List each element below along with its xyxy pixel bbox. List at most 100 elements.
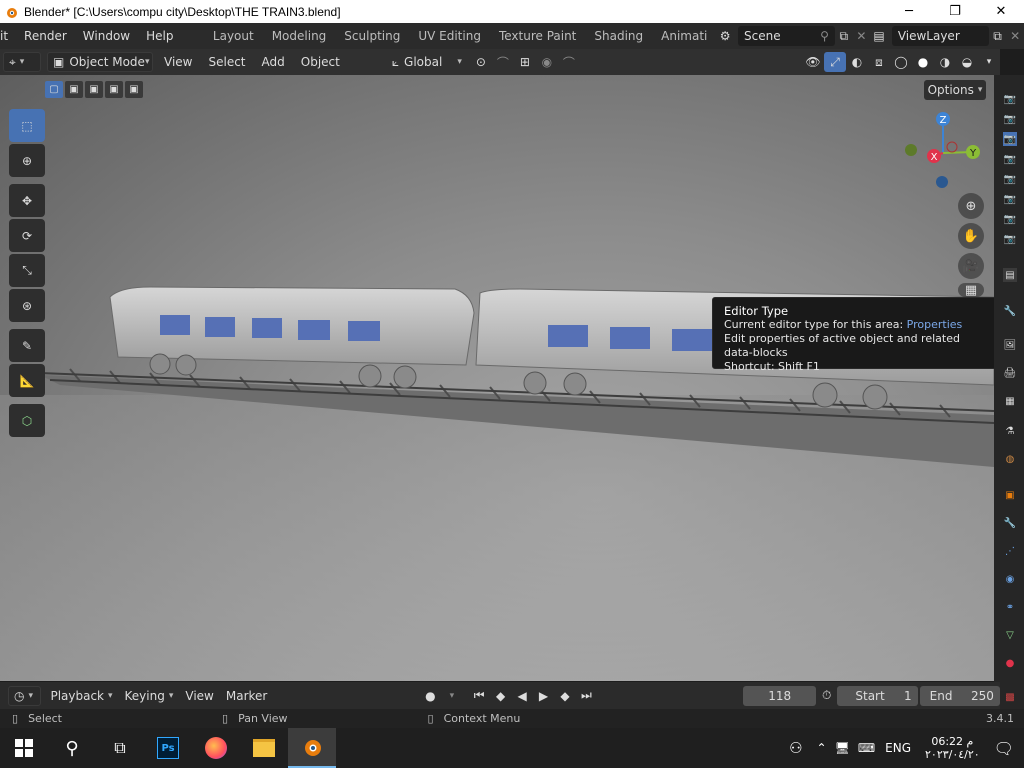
gizmo-neg-y[interactable] (905, 144, 917, 156)
data-props-icon[interactable]: ▽ (1003, 628, 1017, 642)
start-button[interactable] (0, 728, 48, 768)
render-camera-icon-4[interactable]: 📷 (1003, 152, 1017, 166)
editor-type-properties-icon[interactable]: ▤ (1003, 268, 1017, 282)
select-intersect-icon[interactable]: ▣ (125, 81, 143, 98)
zoom-icon[interactable]: ⊕ (958, 193, 984, 219)
menu-select[interactable]: Select (200, 55, 253, 69)
menu-window[interactable]: Window (75, 29, 138, 43)
move-tool[interactable]: ✥ (9, 184, 45, 217)
network-icon[interactable]: 🖥 (835, 741, 850, 755)
measure-tool[interactable]: 📐 (9, 364, 45, 397)
visibility-icon[interactable]: 👁 (802, 52, 824, 72)
end-frame-field[interactable]: End 250 (919, 685, 1000, 706)
notifications-icon[interactable]: 🗨 (994, 739, 1014, 758)
jump-keyframe-back-icon[interactable]: ◆ (490, 686, 511, 706)
tab-modeling[interactable]: Modeling (263, 29, 336, 43)
view-layer-props-icon[interactable]: ▦ (1003, 394, 1017, 408)
new-scene-icon[interactable]: ⧉ (835, 26, 853, 46)
task-view-button[interactable]: ⧉ (96, 728, 144, 768)
render-camera-icon-2[interactable]: 📷 (1003, 112, 1017, 126)
cursor-tool[interactable]: ⊕ (9, 144, 45, 177)
render-camera-icon-3[interactable]: 📷 (1003, 132, 1017, 146)
ortho-toggle-icon[interactable]: ▦ (958, 283, 984, 298)
jump-end-icon[interactable]: ⏭ (576, 686, 597, 706)
firefox-app[interactable] (192, 728, 240, 768)
select-invert-icon[interactable]: ▣ (105, 81, 123, 98)
pivot-icon[interactable]: ⊙ (470, 52, 492, 72)
tab-texture-paint[interactable]: Texture Paint (490, 29, 585, 43)
delete-scene-icon[interactable]: ✕ (853, 26, 871, 46)
material-props-icon[interactable]: ● (1003, 656, 1017, 670)
world-props-icon[interactable]: ◍ (1003, 452, 1017, 466)
gizmo-neg-x[interactable] (946, 141, 958, 153)
annotate-tool[interactable]: ✎ (9, 329, 45, 362)
pan-hand-icon[interactable]: ✋ (958, 223, 984, 249)
language-indicator[interactable]: ENG (885, 741, 911, 755)
3d-viewport[interactable]: ▢ ▣ ▣ ▣ ▣ Z Y X ⊕ ✋ 🎥 ▦ (0, 75, 994, 681)
clock[interactable]: 06:22 م ٢٠٢٣/٠٤/٢٠ (925, 735, 980, 761)
texture-props-icon[interactable]: ▩ (1003, 690, 1017, 704)
jump-keyframe-forward-icon[interactable]: ◆ (554, 686, 575, 706)
start-frame-field[interactable]: Start 1 (837, 685, 918, 706)
tab-animation[interactable]: Animati (652, 29, 716, 43)
render-camera-icon-6[interactable]: 📷 (1003, 192, 1017, 206)
render-camera-icon-7[interactable]: 📷 (1003, 212, 1017, 226)
shading-options-icon[interactable]: ▾ (978, 52, 1000, 72)
delete-viewlayer-icon[interactable]: ✕ (1006, 26, 1024, 46)
marker-menu[interactable]: Marker (220, 689, 273, 703)
render-props-icon[interactable]: 🖼 (1003, 338, 1017, 352)
keyboard-icon[interactable]: ⌨ (858, 741, 875, 755)
keying-menu[interactable]: Keying ▾ (119, 689, 180, 703)
file-explorer-app[interactable] (240, 728, 288, 768)
proportional-edit-icon[interactable]: ◉ (536, 52, 558, 72)
camera-view-icon[interactable]: 🎥 (958, 253, 984, 279)
jump-start-icon[interactable]: ⏮ (468, 686, 489, 706)
maximize-button[interactable]: ❐ (932, 0, 978, 23)
rotate-tool[interactable]: ⟳ (9, 219, 45, 252)
menu-help[interactable]: Help (138, 29, 181, 43)
modifier-props-icon[interactable]: 🔧 (1003, 516, 1017, 530)
scale-tool[interactable]: ⤡ (9, 254, 45, 287)
snap-target-icon[interactable]: ⊞ (514, 52, 536, 72)
select-box-tool[interactable]: ⬚ (9, 109, 45, 142)
menu-render[interactable]: Render (16, 29, 75, 43)
tab-uv-editing[interactable]: UV Editing (409, 29, 490, 43)
search-button[interactable]: ⚲ (48, 728, 96, 768)
render-camera-icon-8[interactable]: 📷 (1003, 232, 1017, 246)
select-new-icon[interactable]: ▢ (45, 81, 63, 98)
tab-sculpting[interactable]: Sculpting (335, 29, 409, 43)
timeline-view-menu[interactable]: View (179, 689, 219, 703)
snap-icon[interactable]: ⌒ (492, 52, 514, 72)
mode-dropdown[interactable]: ▣ Object Mode ▾ (47, 52, 153, 72)
viewlayer-type-icon[interactable]: ▤ (870, 26, 888, 46)
particles-props-icon[interactable]: ⋰ (1003, 544, 1017, 558)
play-icon[interactable]: ▶ (533, 686, 554, 706)
tab-shading[interactable]: Shading (585, 29, 652, 43)
record-keyframe-icon[interactable]: ● (420, 686, 441, 706)
rendered-shading-icon[interactable]: ◒ (956, 52, 978, 72)
menu-view[interactable]: View (156, 55, 200, 69)
menu-object[interactable]: Object (293, 55, 348, 69)
timeline-editor-type[interactable]: ◷ ▾ (8, 685, 42, 706)
gizmo-toggle-icon[interactable]: ⤢ (824, 52, 846, 72)
falloff-icon[interactable]: ⌒ (558, 52, 580, 72)
gizmo-neg-z[interactable] (936, 176, 948, 188)
playback-menu[interactable]: Playback ▾ (44, 689, 118, 703)
output-props-icon[interactable]: 🖨 (1003, 366, 1017, 380)
constraints-props-icon[interactable]: ⚭ (1003, 600, 1017, 614)
tab-layout[interactable]: Layout (204, 29, 263, 43)
new-viewlayer-icon[interactable]: ⧉ (989, 26, 1007, 46)
add-cube-tool[interactable]: ⬡ (9, 404, 45, 437)
blender-app[interactable] (288, 728, 336, 768)
select-subtract-icon[interactable]: ▣ (85, 81, 103, 98)
pin-icon[interactable]: ⚲ (820, 29, 829, 43)
scene-selector[interactable]: Scene ⚲ (738, 26, 835, 46)
orientation-dropdown[interactable]: ⟀ Global ▾ (387, 52, 467, 72)
xray-icon[interactable]: ⧈ (868, 52, 890, 72)
physics-props-icon[interactable]: ◉ (1003, 572, 1017, 586)
render-camera-icon-5[interactable]: 📷 (1003, 172, 1017, 186)
options-dropdown[interactable]: Options ▾ (924, 80, 986, 100)
tool-settings-icon[interactable]: 🔧 (1003, 304, 1017, 318)
object-props-icon[interactable]: ▣ (1003, 488, 1017, 502)
menu-edit[interactable]: it (0, 29, 16, 43)
